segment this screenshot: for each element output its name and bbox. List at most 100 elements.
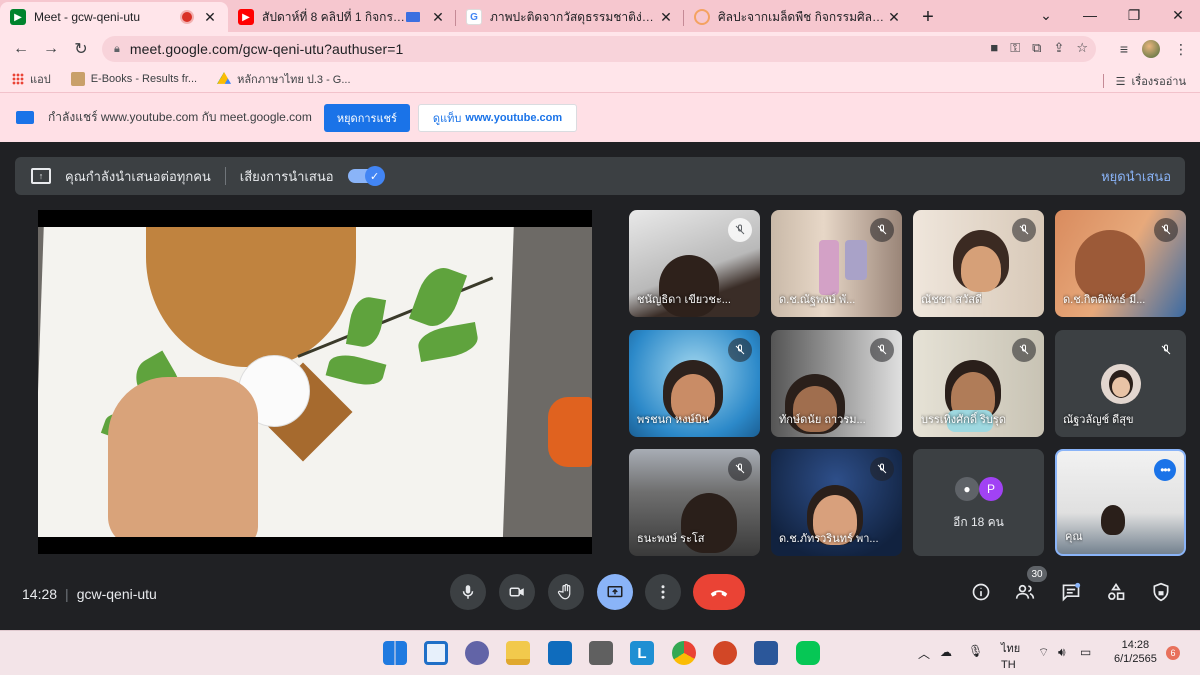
participant-tile[interactable]: ด.ช.ณัฐพงษ์ พั... [771, 210, 902, 317]
windows-taskbar: L ︿ ☁ 🎙︎ ไทย TH ⌔ 🔊︎ ▭ 14:28 6/1/2565 6 [0, 630, 1200, 675]
key-icon[interactable]: ⚿ [1010, 40, 1020, 56]
windows-start-icon[interactable] [383, 641, 407, 665]
participant-tile[interactable]: ณัชชา สวัสดี [913, 210, 1044, 317]
tab-meet[interactable]: ▶ Meet - gcw-qeni-utu ✕ [0, 2, 228, 32]
back-icon[interactable]: ← [6, 40, 36, 58]
people-button[interactable] [1013, 580, 1037, 604]
view-tab-button[interactable]: ดูแท็บ www.youtube.com [417, 103, 578, 132]
powerpoint-icon[interactable] [713, 641, 737, 665]
close-tab-icon[interactable]: ✕ [430, 9, 446, 26]
file-explorer-icon[interactable] [506, 641, 530, 665]
tab-title: Meet - gcw-qeni-utu [34, 10, 141, 24]
tab-youtube[interactable]: ▶ สัปดาห์ที่ 8 คลิปที่ 1 กิจกรรมศิลป ✕ [228, 2, 456, 32]
battery-icon[interactable]: ▭ [1080, 645, 1091, 659]
bookmark-star-icon[interactable]: ☆ [1076, 40, 1088, 56]
new-tab-button[interactable]: + [912, 2, 944, 32]
raise-hand-button[interactable] [548, 574, 584, 610]
microphone-tray-icon[interactable]: 🎙︎ [968, 644, 983, 658]
close-tab-icon[interactable]: ✕ [202, 9, 218, 26]
meeting-info: 14:28 | gcw-qeni-utu [22, 586, 157, 602]
activities-button[interactable] [1104, 580, 1128, 604]
microphone-icon [462, 585, 474, 599]
mic-off-icon [870, 218, 894, 242]
meeting-details-button[interactable] [969, 580, 993, 604]
participant-tile[interactable]: ณัฐวลัญช์ ดีสุข [1055, 330, 1186, 437]
more-participants-tile[interactable]: ● P อีก 18 คน [913, 449, 1044, 556]
reload-icon[interactable]: ↻ [66, 39, 96, 59]
restore-icon[interactable]: ❐ [1112, 0, 1156, 30]
forward-icon[interactable]: → [36, 40, 66, 58]
bookmark-label: แอป [30, 74, 51, 86]
activities-shapes-icon [1108, 582, 1125, 600]
meet-favicon-icon: ▶ [10, 9, 26, 25]
open-in-window-icon[interactable]: ⧉ [1032, 40, 1041, 56]
mic-off-icon [1154, 218, 1178, 242]
chrome-icon[interactable] [672, 641, 696, 665]
close-window-icon[interactable]: ✕ [1156, 0, 1200, 30]
bookmark-label: E-Books - Results fr... [90, 73, 198, 85]
self-view-tile[interactable]: ••• คุณ [1055, 449, 1186, 556]
present-now-button[interactable] [597, 574, 633, 610]
mail-icon[interactable] [548, 641, 572, 665]
address-bar[interactable]: 🔒︎ meet.google.com/gcw-qeni-utu?authuser… [102, 36, 1096, 62]
participant-avatar [1101, 364, 1141, 404]
share-icon[interactable]: ⇪ [1053, 40, 1064, 56]
tray-time: 14:28 [1121, 639, 1150, 651]
close-tab-icon[interactable]: ✕ [658, 9, 674, 26]
participant-tile[interactable]: พรชนก หงษ์บิน [629, 330, 760, 437]
onedrive-icon[interactable]: ☁ [940, 645, 952, 659]
close-tab-icon[interactable]: ✕ [886, 9, 902, 26]
participant-tile[interactable]: ทักษ์ดนัย ถาวรม... [771, 330, 902, 437]
widgets-icon[interactable] [424, 641, 448, 665]
tab-google-search[interactable]: G ภาพปะติดจากวัสดุธรรมชาติง่ายๆ - Go ✕ [456, 2, 684, 32]
more-vert-icon [661, 585, 665, 599]
clock-tray[interactable]: 14:28 6/1/2565 [1114, 639, 1157, 665]
stop-sharing-button[interactable]: หยุดการแชร์ [323, 103, 410, 132]
word-icon[interactable] [754, 641, 778, 665]
participant-tile[interactable]: ธนะพงษ์ ระโส [629, 449, 760, 556]
wifi-icon[interactable]: ⌔ [1038, 645, 1049, 660]
bookmark-ebooks[interactable]: E-Books - Results fr... [70, 72, 198, 86]
presenting-banner: ↑ คุณกำลังนำเสนอต่อทุกคน เสียงการนำเสนอ … [15, 157, 1185, 195]
reading-list[interactable]: ☰ เรื่องรออ่าน [1102, 72, 1186, 90]
presenting-status: คุณกำลังนำเสนอต่อทุกคน [65, 168, 211, 184]
participant-tile[interactable]: ชนัญธิดา เขียวชะ... [629, 210, 760, 317]
presentation-audio-toggle[interactable]: ✓ [347, 166, 385, 186]
mic-off-icon [728, 218, 752, 242]
tab-title: สัปดาห์ที่ 8 คลิปที่ 1 กิจกรรมศิลป [262, 9, 406, 24]
media-control-icon[interactable]: ≡ [1120, 41, 1128, 57]
microphone-button[interactable] [450, 574, 486, 610]
url-text: meet.google.com/gcw-qeni-utu?authuser=1 [129, 41, 404, 57]
tab-art[interactable]: ศิลปะจากเมล็ดพืช กิจกรรมศิลปะสร้างส ✕ [684, 2, 912, 32]
show-hidden-icons-icon[interactable]: ︿ [918, 645, 930, 662]
tab-search-icon[interactable]: ⌄ [1024, 0, 1068, 30]
bookmark-apps[interactable]: แอป [12, 70, 51, 88]
more-options-icon[interactable]: ••• [1154, 459, 1176, 481]
leave-call-button[interactable] [693, 574, 745, 610]
calculator-icon[interactable] [589, 641, 613, 665]
more-options-button[interactable] [645, 574, 681, 610]
line-icon[interactable] [796, 641, 820, 665]
host-controls-button[interactable] [1149, 580, 1173, 604]
check-icon: ✓ [364, 166, 385, 186]
window-controls: ⌄ — ❐ ✕ [1024, 0, 1200, 30]
participant-tile[interactable]: ด.ช.ภัทรวรินทร์ พา... [771, 449, 902, 556]
chat-button[interactable] [1059, 580, 1083, 604]
input-language-indicator[interactable]: ไทย TH [1001, 639, 1020, 671]
camera-icon[interactable]: ■ [990, 40, 998, 56]
volume-icon[interactable]: 🔊︎ [1058, 645, 1066, 660]
notification-badge[interactable]: 6 [1166, 646, 1180, 660]
participant-initial-avatar: P [979, 477, 1003, 501]
teams-chat-icon[interactable] [465, 641, 489, 665]
tab-title: ศิลปะจากเมล็ดพืช กิจกรรมศิลปะสร้างส [718, 9, 886, 24]
participant-tile[interactable]: ด.ช.กิตติพัทธ์ มี... [1055, 210, 1186, 317]
more-participants-label: อีก 18 คน [953, 515, 1004, 529]
profile-avatar[interactable] [1142, 40, 1160, 58]
minimize-icon[interactable]: — [1068, 0, 1112, 30]
participant-tile[interactable]: บรรเทิงศักดิ์ ริบรุด [913, 330, 1044, 437]
stop-presenting-button[interactable]: หยุดนำเสนอ [1101, 166, 1171, 187]
menu-dots-icon[interactable]: ⋮ [1174, 41, 1188, 58]
camera-button[interactable] [499, 574, 535, 610]
bookmark-drive[interactable]: หลักภาษาไทย ป.3 - G... [217, 70, 351, 88]
app-l-icon[interactable]: L [630, 641, 654, 665]
